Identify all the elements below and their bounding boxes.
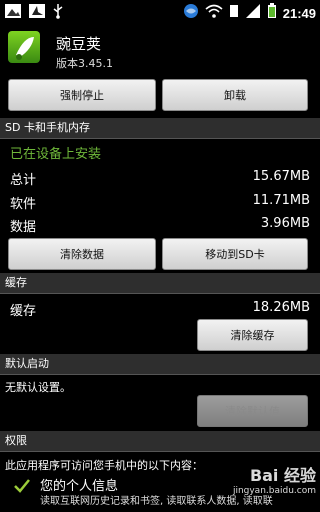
installed-status: 已在设备上安装 bbox=[10, 147, 102, 162]
cache-value: 18.26MB bbox=[252, 300, 310, 315]
permissions-intro: 此应用程序可访问您手机中的以下内容： bbox=[5, 459, 203, 472]
watermark-text: Bai 经验 bbox=[249, 466, 316, 485]
wifi-icon bbox=[205, 3, 223, 23]
permissions-section-header: 权限 bbox=[0, 431, 320, 452]
uninstall-button[interactable]: 卸载 bbox=[162, 79, 308, 111]
usb-icon bbox=[52, 3, 64, 23]
storage-row-label: 数据 bbox=[10, 220, 37, 235]
app-name: 豌豆荚 bbox=[56, 35, 102, 53]
app-version: 版本3.45.1 bbox=[56, 57, 113, 70]
storage-row-label: 软件 bbox=[10, 197, 37, 212]
baidu-watermark: Bai 经验 jingyan.baidu.com bbox=[233, 462, 316, 496]
browser-icon bbox=[183, 3, 199, 23]
battery-icon bbox=[267, 3, 277, 23]
app-icon bbox=[8, 31, 40, 63]
cache-section-header: 缓存 bbox=[0, 273, 320, 294]
image-icon bbox=[4, 3, 22, 23]
clear-data-button[interactable]: 清除数据 bbox=[8, 238, 156, 270]
watermark-url: jingyan.baidu.com bbox=[232, 486, 316, 496]
storage-row-value: 11.71MB bbox=[252, 193, 310, 208]
sim-icon bbox=[229, 3, 239, 23]
check-icon bbox=[14, 478, 30, 497]
clear-defaults-button[interactable]: 清除默认值 bbox=[197, 395, 308, 427]
storage-row-label: 总计 bbox=[10, 173, 37, 188]
default-launch-section-header: 默认启动 bbox=[0, 354, 320, 375]
status-time: 21:49 bbox=[282, 5, 316, 21]
storage-section-header: SD 卡和手机内存 bbox=[0, 118, 320, 139]
app-info: 豌豆荚 版本3.45.1 bbox=[0, 25, 320, 77]
storage-row-value: 15.67MB bbox=[252, 169, 310, 184]
clear-cache-button[interactable]: 清除缓存 bbox=[197, 319, 308, 351]
signal-icon bbox=[245, 3, 261, 23]
status-bar: 21:49 bbox=[0, 0, 320, 25]
cache-label: 缓存 bbox=[10, 304, 37, 319]
no-default-text: 无默认设置。 bbox=[5, 381, 71, 394]
move-to-sd-button[interactable]: 移动到SD卡 bbox=[162, 238, 308, 270]
force-stop-button[interactable]: 强制停止 bbox=[8, 79, 156, 111]
bird-icon bbox=[28, 3, 46, 23]
storage-row-value: 3.96MB bbox=[260, 216, 310, 231]
